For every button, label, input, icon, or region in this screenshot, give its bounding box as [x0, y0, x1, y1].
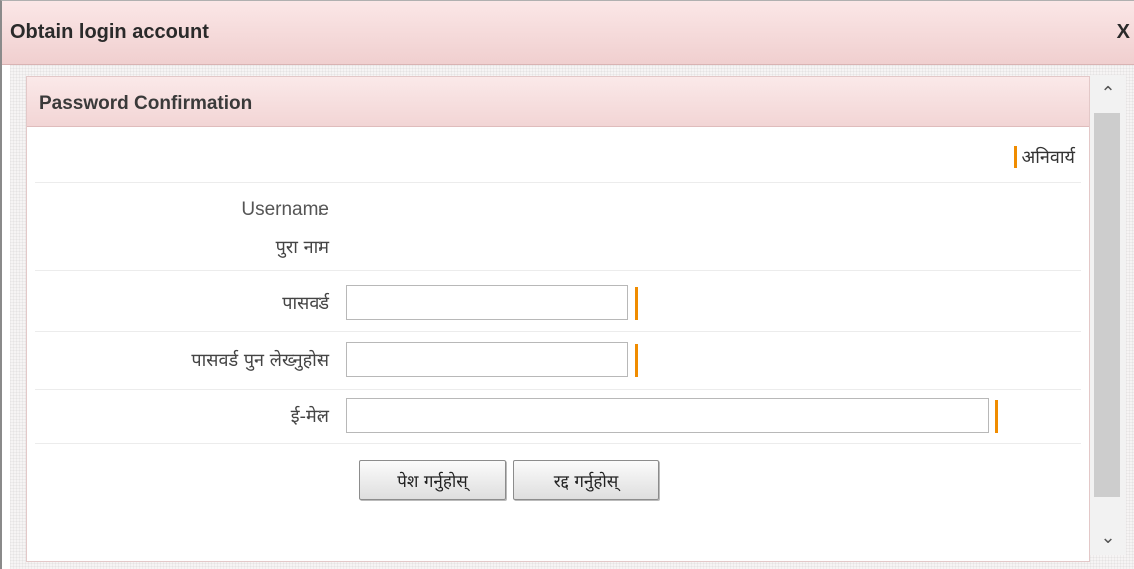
close-button[interactable]: X	[1117, 21, 1130, 44]
required-marker-icon	[635, 344, 638, 377]
email-row: ई-मेल :	[27, 398, 1089, 438]
fullname-colon: :	[317, 235, 324, 256]
panel-header: Password Confirmation	[27, 77, 1089, 127]
chevron-down-icon[interactable]: ⌄	[1090, 519, 1126, 555]
fullname-row: पुरा नाम :	[27, 231, 1089, 271]
username-label: Username	[241, 199, 329, 220]
scrollbar-thumb[interactable]	[1094, 113, 1120, 497]
divider	[35, 389, 1081, 390]
username-row: Username :	[27, 195, 1089, 235]
submit-button[interactable]: पेश गर्नुहोस्	[359, 460, 506, 500]
confirm-password-label: पासवर्ड पुन लेख्नुहोस	[191, 350, 329, 371]
required-marker-icon	[1014, 146, 1018, 168]
confirm-password-row: पासवर्ड पुन लेख्नुहोस :	[27, 342, 1089, 382]
required-marker-icon	[635, 287, 638, 320]
dialog-title: Obtain login account	[10, 21, 209, 43]
panel-title: Password Confirmation	[39, 93, 253, 114]
dialog-titlebar: Obtain login account X	[2, 1, 1134, 65]
divider	[35, 182, 1081, 183]
confirm-password-field[interactable]	[346, 342, 628, 377]
email-field[interactable]	[346, 398, 989, 433]
button-row: पेश गर्नुहोस् रद्द गर्नुहोस्	[27, 460, 1089, 500]
email-label: ई-मेल	[290, 406, 329, 427]
password-field[interactable]	[346, 285, 628, 320]
divider	[35, 331, 1081, 332]
login-account-dialog: Obtain login account X Password Confirma…	[0, 0, 1134, 569]
divider	[35, 443, 1081, 444]
password-row: पासवर्ड :	[27, 285, 1089, 325]
required-legend: अनिवार्य	[1014, 145, 1075, 169]
chevron-up-icon[interactable]: ⌃	[1090, 75, 1126, 111]
confirm-password-colon: :	[317, 348, 324, 369]
divider	[35, 270, 1081, 271]
vertical-scrollbar[interactable]: ⌃ ⌄	[1090, 75, 1126, 555]
dialog-body: Password Confirmation अनिवार्य Username …	[10, 65, 1134, 569]
password-confirmation-panel: Password Confirmation अनिवार्य Username …	[26, 76, 1090, 562]
cancel-button[interactable]: रद्द गर्नुहोस्	[513, 460, 659, 500]
username-colon: :	[317, 199, 324, 220]
password-colon: :	[317, 291, 324, 312]
required-marker-icon	[995, 400, 998, 433]
email-colon: :	[317, 404, 324, 425]
required-legend-label: अनिवार्य	[1021, 147, 1075, 168]
